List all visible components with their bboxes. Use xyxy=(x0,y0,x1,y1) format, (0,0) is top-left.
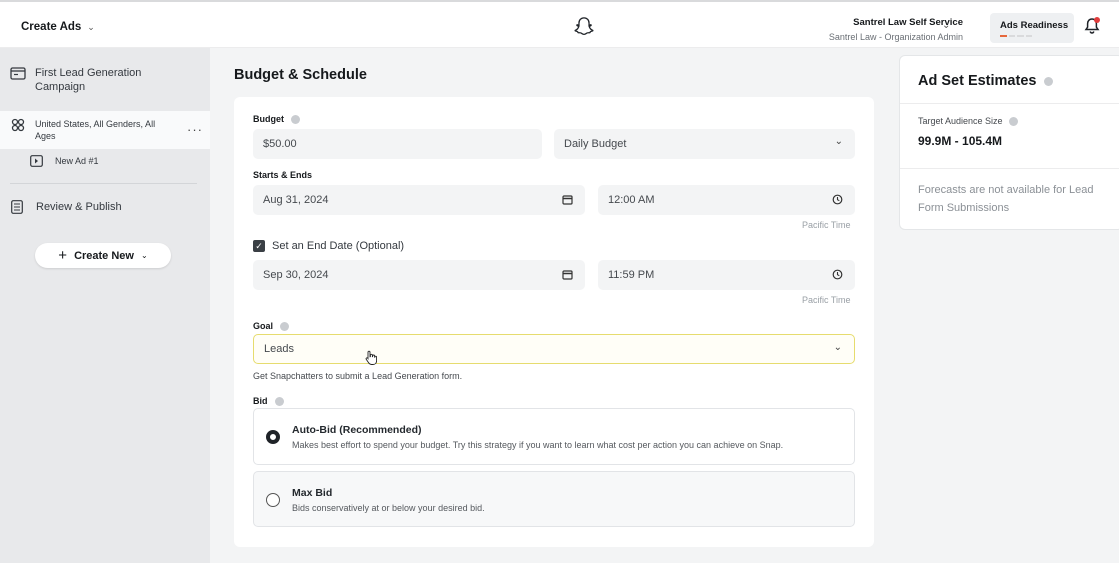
chevron-down-icon: ⌄ xyxy=(87,21,95,32)
forecast-note: Forecasts are not available for Lead For… xyxy=(918,184,1094,214)
bid-option-title: Max Bid xyxy=(292,487,333,499)
audience-size-label: Target Audience Size xyxy=(918,116,1018,126)
budget-type-select[interactable]: Daily Budget ⌄ xyxy=(554,129,855,159)
chevron-down-icon: ⌄ xyxy=(833,342,842,353)
more-options-icon[interactable]: ··· xyxy=(187,122,203,137)
audience-icon xyxy=(11,118,25,132)
create-ads-label: Create Ads xyxy=(21,21,82,33)
goal-helper-text: Get Snapchatters to submit a Lead Genera… xyxy=(253,371,463,381)
page-title: Budget & Schedule xyxy=(234,67,367,83)
goal-label: Goal xyxy=(253,321,290,331)
sidebar-item-review[interactable]: Review & Publish xyxy=(0,200,210,214)
bid-label: Bid xyxy=(253,396,284,406)
start-date-input[interactable]: Aug 31, 2024 xyxy=(253,185,585,215)
starts-ends-label: Starts & Ends xyxy=(253,170,313,180)
sidebar-item-label: New Ad #1 xyxy=(55,156,99,166)
budget-input[interactable]: $50.00 xyxy=(253,129,542,159)
goal-select[interactable]: Leads ⌄ xyxy=(253,334,855,364)
ad-icon xyxy=(30,155,43,167)
info-icon[interactable] xyxy=(1008,116,1018,126)
chevron-down-icon[interactable]: ⌄ xyxy=(942,20,950,31)
budget-label: Budget xyxy=(253,114,300,124)
end-date-checkbox-label: Set an End Date (Optional) xyxy=(272,240,405,252)
clock-icon[interactable] xyxy=(832,194,843,205)
plus-icon: + xyxy=(58,247,68,264)
sidebar-item-label: First Lead Generation Campaign xyxy=(35,67,142,93)
create-new-button[interactable]: + Create New ⌄ xyxy=(35,243,171,268)
info-icon[interactable] xyxy=(274,396,284,406)
audience-size-value: 99.9M - 105.4M xyxy=(918,134,1003,148)
timezone-label: Pacific Time xyxy=(802,220,851,230)
bid-option-description: Bids conservatively at or below your des… xyxy=(292,503,485,513)
bid-option-description: Makes best effort to spend your budget. … xyxy=(292,440,784,450)
sidebar-item-label: United States, All Genders, All Ages xyxy=(35,119,156,141)
chevron-down-icon: ⌄ xyxy=(834,136,843,147)
snapchat-ghost-icon[interactable] xyxy=(573,16,595,38)
notification-dot xyxy=(1094,17,1100,23)
sidebar-item-campaign[interactable]: First Lead Generation Campaign xyxy=(0,66,210,94)
sidebar-item-adset[interactable]: United States, All Genders, All Ages ··· xyxy=(0,111,210,149)
sidebar-divider xyxy=(10,183,197,184)
sidebar-item-ad[interactable]: New Ad #1 xyxy=(0,155,210,167)
hand-cursor-icon xyxy=(365,350,377,365)
ad-set-estimates-panel: Ad Set Estimates Target Audience Size 99… xyxy=(899,55,1119,230)
info-icon[interactable] xyxy=(1044,76,1054,86)
create-new-label: Create New xyxy=(74,249,134,262)
start-time-input[interactable]: 12:00 AM xyxy=(598,185,855,215)
timezone-label: Pacific Time xyxy=(802,295,851,305)
radio-selected-icon[interactable] xyxy=(266,430,280,444)
bid-option-auto[interactable]: Auto-Bid (Recommended) Makes best effort… xyxy=(253,408,855,465)
ads-readiness-button[interactable]: Ads Readiness xyxy=(990,13,1074,43)
sidebar: First Lead Generation Campaign United St… xyxy=(0,48,210,563)
create-ads-menu[interactable]: Create Ads ⌄ xyxy=(21,21,95,33)
calendar-icon[interactable] xyxy=(562,269,573,280)
bid-option-title: Auto-Bid (Recommended) xyxy=(292,424,422,436)
end-date-checkbox[interactable]: ✓ Set an End Date (Optional) xyxy=(253,240,404,252)
chevron-down-icon: ⌄ xyxy=(140,251,148,260)
bid-option-max[interactable]: Max Bid Bids conservatively at or below … xyxy=(253,471,855,527)
ads-readiness-label: Ads Readiness xyxy=(1000,20,1069,31)
document-icon xyxy=(11,200,23,214)
sidebar-item-label: Review & Publish xyxy=(36,201,122,213)
divider xyxy=(900,103,1119,104)
calendar-icon[interactable] xyxy=(562,194,573,205)
radio-unselected-icon[interactable] xyxy=(266,493,280,507)
estimates-title: Ad Set Estimates xyxy=(918,73,1054,89)
folder-icon xyxy=(10,67,26,80)
divider xyxy=(900,168,1119,169)
readiness-progress-bar xyxy=(1000,35,1032,37)
clock-icon[interactable] xyxy=(832,269,843,280)
checkbox-checked-icon[interactable]: ✓ xyxy=(253,240,265,252)
info-icon[interactable] xyxy=(280,321,290,331)
end-date-input[interactable]: Sep 30, 2024 xyxy=(253,260,585,290)
org-role: Santrel Law - Organization Admin xyxy=(828,32,963,42)
end-time-input[interactable]: 11:59 PM xyxy=(598,260,855,290)
top-bar: Create Ads ⌄ Santrel Law Self Service Sa… xyxy=(0,0,1119,48)
info-icon[interactable] xyxy=(291,114,300,124)
